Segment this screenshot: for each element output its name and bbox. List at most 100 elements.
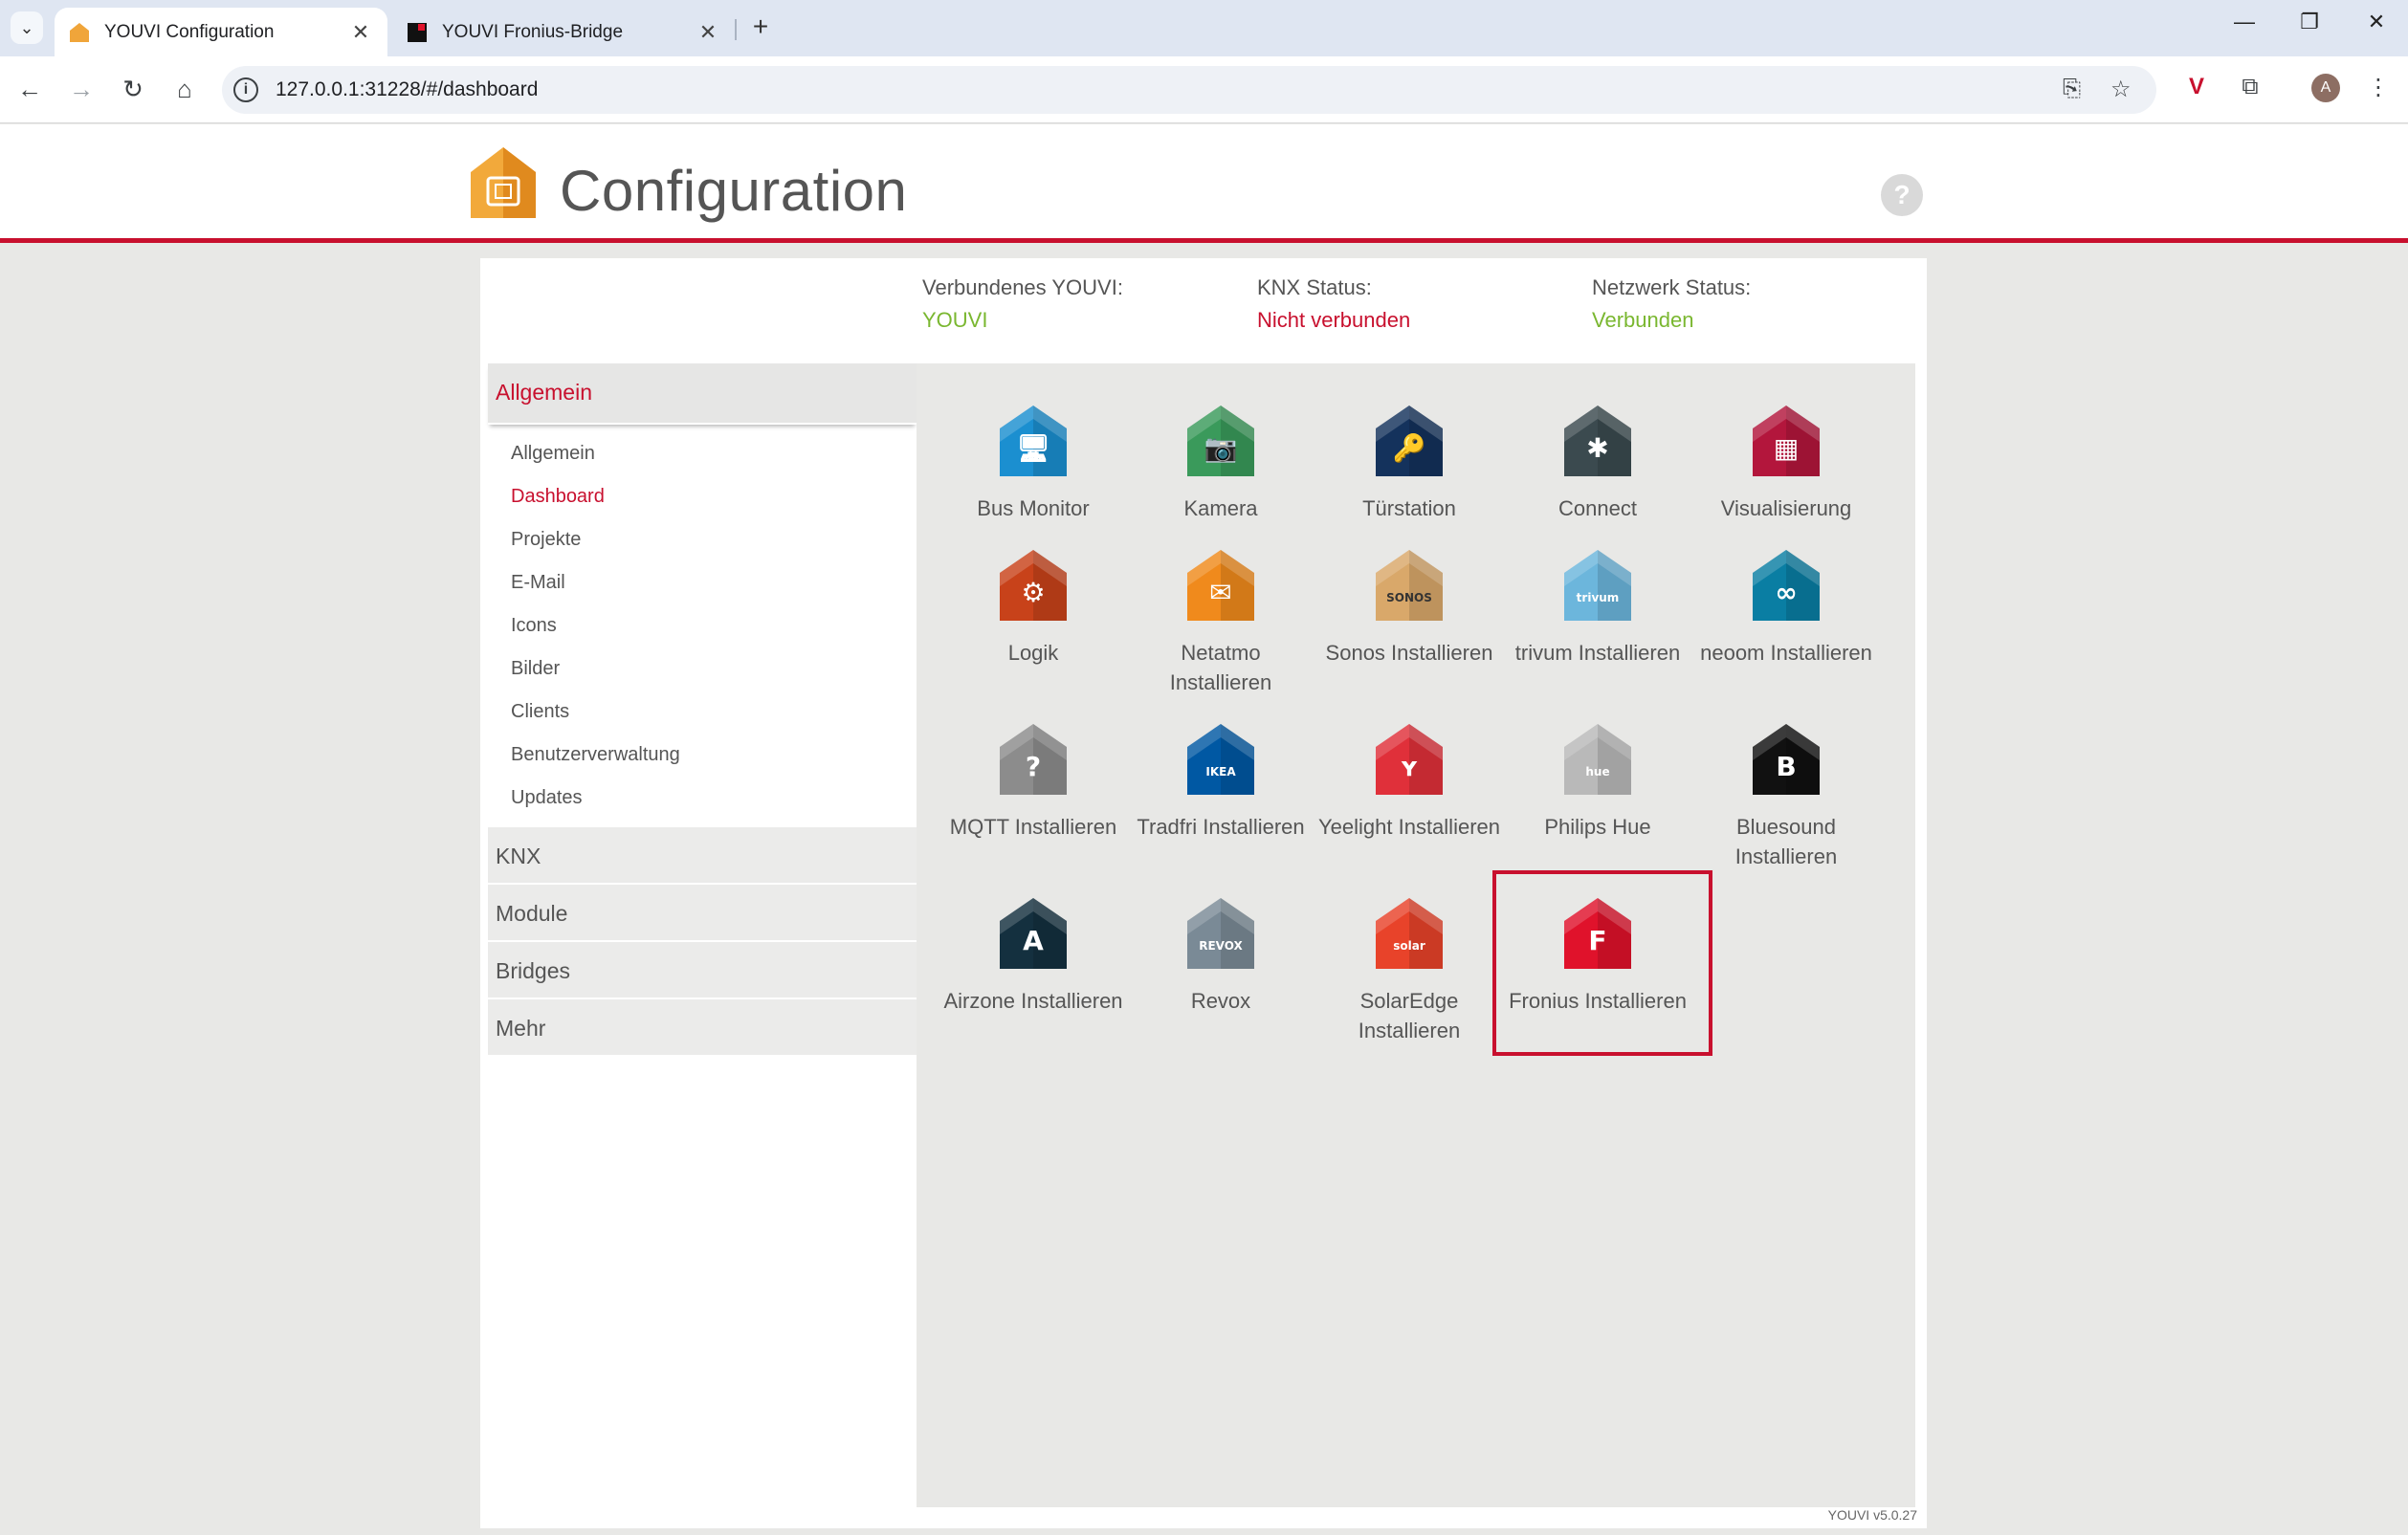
help-icon[interactable]: ? bbox=[1881, 174, 1923, 216]
menu-kebab-icon[interactable]: ⋮ bbox=[2361, 74, 2396, 101]
address-bar[interactable]: i 127.0.0.1:31228/#/dashboard ⎘ ☆ bbox=[222, 66, 2156, 114]
sidebar-section-mehr[interactable]: Mehr bbox=[488, 999, 917, 1057]
tile-label: trivum Installieren bbox=[1514, 641, 1681, 665]
status-network-value: Verbunden bbox=[1592, 308, 1694, 332]
tile-bluesound-installieren[interactable]: B Bluesound Installieren bbox=[1694, 722, 1878, 871]
tile-philips-hue[interactable]: hue Philips Hue bbox=[1506, 722, 1690, 842]
tile-t-rstation[interactable]: 🔑 Türstation bbox=[1317, 404, 1501, 523]
netatmo-installieren-glyph: ✉ bbox=[1209, 577, 1231, 608]
tile-label: Philips Hue bbox=[1544, 815, 1651, 839]
tile-label: Türstation bbox=[1362, 496, 1456, 520]
tile-trivum-installieren[interactable]: trivum trivum Installieren bbox=[1506, 548, 1690, 668]
sidebar-subitems: Allgemein Dashboard Projekte E-Mail Icon… bbox=[488, 425, 917, 827]
revox-icon: REVOX bbox=[1187, 898, 1254, 969]
sidebar-item-updates[interactable]: Updates bbox=[488, 777, 917, 820]
tile-connect[interactable]: ✱ Connect bbox=[1506, 404, 1690, 523]
back-icon[interactable]: ← bbox=[11, 72, 48, 108]
sidebar-item-dashboard[interactable]: Dashboard bbox=[488, 475, 917, 518]
tile-label: Bluesound Installieren bbox=[1734, 815, 1838, 868]
tab-youvi-fronius-bridge[interactable]: YOUVI Fronius-Bridge ✕ bbox=[392, 8, 735, 56]
site-info-icon[interactable]: i bbox=[233, 77, 258, 102]
bus-monitor-icon: 🖥 bbox=[1000, 406, 1067, 476]
url-text[interactable]: 127.0.0.1:31228/#/dashboard bbox=[276, 78, 538, 101]
fronius-favicon-icon bbox=[408, 22, 427, 42]
tile-netatmo-installieren[interactable]: ✉ Netatmo Installieren bbox=[1129, 548, 1313, 697]
version-label: YOUVI v5.0.27 bbox=[1827, 1507, 1917, 1523]
bus-monitor-glyph: 🖥 bbox=[1016, 432, 1050, 464]
tile-mqtt-installieren[interactable]: ? MQTT Installieren bbox=[941, 722, 1125, 842]
sidebar-item-email[interactable]: E-Mail bbox=[488, 561, 917, 604]
youvi-favicon-icon bbox=[70, 22, 89, 42]
logik-glyph: ⚙ bbox=[1021, 577, 1045, 608]
sonos-installieren-glyph: SONOS bbox=[1386, 591, 1432, 604]
tile-tradfri-installieren[interactable]: IKEA Tradfri Installieren bbox=[1129, 722, 1313, 842]
status-knx: KNX Status: Nicht verbunden bbox=[1257, 275, 1410, 333]
minimize-icon[interactable]: — bbox=[2225, 10, 2264, 34]
tab-youvi-configuration[interactable]: YOUVI Configuration ✕ bbox=[55, 8, 387, 56]
close-tab-icon[interactable]: ✕ bbox=[347, 20, 374, 45]
mqtt-installieren-glyph: ? bbox=[1026, 751, 1041, 782]
tile-visualisierung[interactable]: ▦ Visualisierung bbox=[1694, 404, 1878, 523]
airzone-installieren-glyph: A bbox=[1023, 925, 1044, 956]
tab-separator bbox=[735, 19, 737, 40]
tile-label: Airzone Installieren bbox=[943, 989, 1123, 1013]
tile-label: Visualisierung bbox=[1720, 496, 1852, 520]
status-knx-value: Nicht verbunden bbox=[1257, 308, 1411, 332]
tile-solaredge-installieren[interactable]: solar SolarEdge Installieren bbox=[1317, 896, 1501, 1045]
kamera-glyph: 📷 bbox=[1204, 432, 1238, 464]
connect-icon: ✱ bbox=[1564, 406, 1631, 476]
tile-yeelight-installieren[interactable]: ʏ Yeelight Installieren bbox=[1317, 722, 1501, 842]
status-youvi: Verbundenes YOUVI: YOUVI bbox=[922, 275, 1123, 333]
new-tab-icon[interactable]: + bbox=[744, 11, 777, 44]
sidebar-item-projekte[interactable]: Projekte bbox=[488, 518, 917, 561]
sidebar-item-bilder[interactable]: Bilder bbox=[488, 647, 917, 691]
browser-tabbar: ⌄ YOUVI Configuration ✕ YOUVI Fronius-Br… bbox=[0, 0, 2408, 56]
t-rstation-icon: 🔑 bbox=[1376, 406, 1443, 476]
tradfri-installieren-glyph: IKEA bbox=[1205, 765, 1236, 778]
visualisierung-icon: ▦ bbox=[1753, 406, 1820, 476]
dashboard-grid: 🖥 Bus Monitor 📷 Kamera 🔑 Türstation ✱ Connect ▦ V… bbox=[917, 363, 1915, 1507]
tile-bus-monitor[interactable]: 🖥 Bus Monitor bbox=[941, 404, 1125, 523]
sidebar-item-clients[interactable]: Clients bbox=[488, 691, 917, 734]
neoom-installieren-glyph: ∞ bbox=[1775, 577, 1797, 608]
profile-avatar[interactable]: A bbox=[2311, 74, 2340, 102]
restore-icon[interactable]: ❐ bbox=[2290, 10, 2329, 34]
translate-icon[interactable]: ⎘ bbox=[2063, 76, 2081, 102]
extensions-puzzle-icon[interactable]: ⧉ bbox=[2233, 74, 2267, 100]
sidebar-section-bridges[interactable]: Bridges bbox=[488, 942, 917, 999]
sidebar-section-allgemein[interactable]: Allgemein bbox=[488, 363, 917, 425]
trivum-installieren-glyph: trivum bbox=[1577, 591, 1620, 604]
solaredge-installieren-icon: solar bbox=[1376, 898, 1443, 969]
extension-v-icon[interactable]: V bbox=[2179, 74, 2214, 100]
tile-airzone-installieren[interactable]: A Airzone Installieren bbox=[941, 896, 1125, 1016]
tile-sonos-installieren[interactable]: SONOS Sonos Installieren bbox=[1317, 548, 1501, 668]
revox-glyph: REVOX bbox=[1199, 939, 1243, 953]
sidebar-item-allgemein[interactable]: Allgemein bbox=[488, 432, 917, 475]
tile-label: Connect bbox=[1558, 496, 1637, 520]
tile-kamera[interactable]: 📷 Kamera bbox=[1129, 404, 1313, 523]
sidebar-item-icons[interactable]: Icons bbox=[488, 604, 917, 647]
sidebar-item-benutzerverwaltung[interactable]: Benutzerverwaltung bbox=[488, 734, 917, 777]
close-tab-icon[interactable]: ✕ bbox=[695, 20, 721, 45]
status-network: Netzwerk Status: Verbunden bbox=[1592, 275, 1751, 333]
tile-revox[interactable]: REVOX Revox bbox=[1129, 896, 1313, 1016]
kamera-icon: 📷 bbox=[1187, 406, 1254, 476]
tab-search-icon[interactable]: ⌄ bbox=[11, 11, 43, 44]
home-icon[interactable]: ⌂ bbox=[166, 72, 203, 108]
visualisierung-glyph: ▦ bbox=[1774, 432, 1799, 464]
tile-label: Yeelight Installieren bbox=[1318, 815, 1500, 839]
status-network-label: Netzwerk Status: bbox=[1592, 275, 1752, 299]
forward-icon[interactable]: → bbox=[63, 72, 99, 108]
bookmark-star-icon[interactable]: ☆ bbox=[2110, 76, 2132, 103]
mqtt-installieren-icon: ? bbox=[1000, 724, 1067, 795]
tile-neoom-installieren[interactable]: ∞ neoom Installieren bbox=[1694, 548, 1878, 668]
airzone-installieren-icon: A bbox=[1000, 898, 1067, 969]
status-knx-label: KNX Status: bbox=[1257, 275, 1372, 299]
neoom-installieren-icon: ∞ bbox=[1753, 550, 1820, 621]
tile-logik[interactable]: ⚙ Logik bbox=[941, 548, 1125, 668]
close-window-icon[interactable]: ✕ bbox=[2357, 10, 2396, 34]
status-youvi-label: Verbundenes YOUVI: bbox=[922, 275, 1123, 299]
reload-icon[interactable]: ↻ bbox=[115, 72, 151, 108]
sidebar-section-knx[interactable]: KNX bbox=[488, 827, 917, 885]
sidebar-section-module[interactable]: Module bbox=[488, 885, 917, 942]
